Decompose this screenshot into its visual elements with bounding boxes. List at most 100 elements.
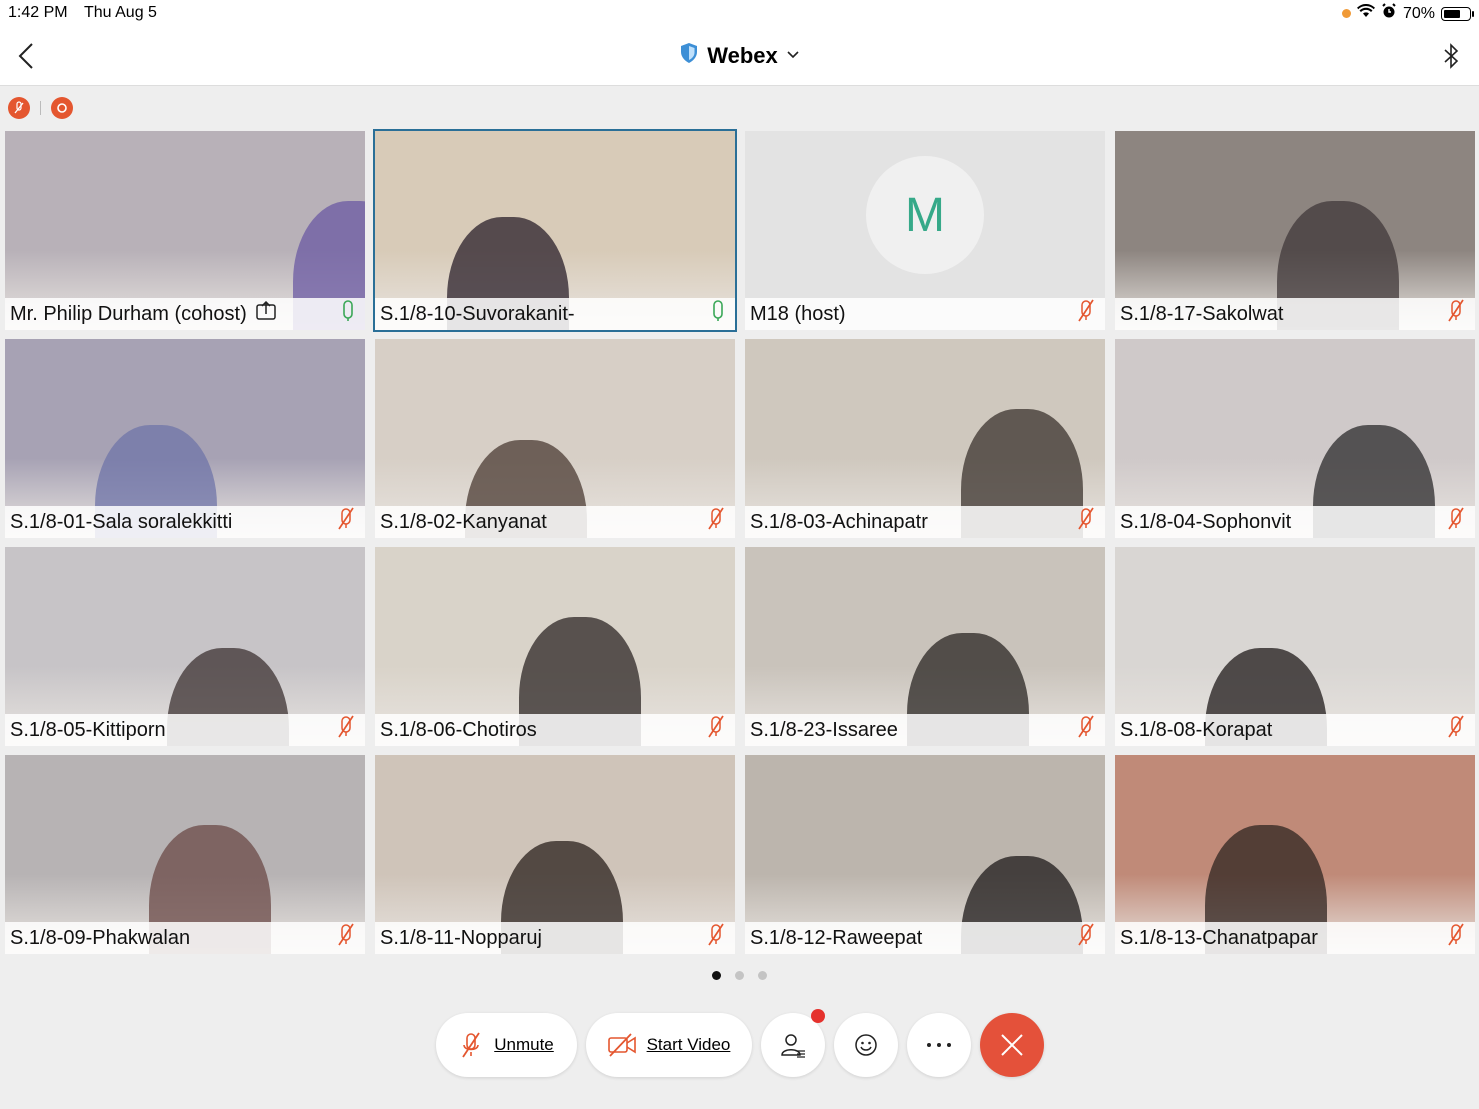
participant-tile[interactable]: S.1/8-05-Kittiporn [3,545,367,748]
page-dot[interactable] [735,971,744,980]
recording-dot-icon [1341,9,1351,18]
participant-label: S.1/8-12-Raweepat [745,922,1105,954]
smiley-icon [854,1034,877,1056]
participant-name: S.1/8-04-Sophonvit [1120,510,1292,533]
mic-muted-icon [1448,299,1464,322]
participant-label: S.1/8-03-Achinapatr [745,506,1105,538]
participant-name-wrap: S.1/8-10-Suvorakanit- [380,303,575,326]
indicator-divider [40,101,41,115]
mic-muted-icon [708,923,724,946]
participant-name: S.1/8-10-Suvorakanit- [380,302,575,325]
mic-status-muted [1447,507,1465,537]
participant-tile[interactable]: S.1/8-01-Sala soralekkitti [3,337,367,540]
participant-tile[interactable]: S.1/8-08-Korapat [1113,545,1477,748]
start-video-button[interactable]: Start Video [585,1013,752,1077]
mic-status-on [711,300,725,328]
mic-status-muted [337,923,355,953]
participant-name: S.1/8-13-Chanatpapar [1120,926,1318,949]
participant-tile[interactable]: S.1/8-11-Nopparuj [373,753,737,956]
nav-bar: Webex [0,28,1479,86]
mic-muted-icon [338,715,354,738]
mic-muted-icon [1448,923,1464,946]
participant-label: S.1/8-04-Sophonvit [1115,506,1475,538]
participant-name-wrap: S.1/8-23-Issaree [750,719,898,742]
participant-name: S.1/8-05-Kittiporn [10,718,166,741]
participant-name-wrap: S.1/8-17-Sakolwat [1120,303,1283,326]
participant-tile[interactable]: S.1/8-17-Sakolwat [1113,129,1477,332]
mic-muted-icon [708,715,724,738]
mic-muted-icon [1078,715,1094,738]
shield-icon [679,42,699,69]
meeting-indicators [8,97,73,119]
mic-status-muted [337,715,355,745]
page-indicator[interactable] [0,971,1479,980]
unmute-button[interactable]: Unmute [435,1013,577,1077]
video-off-icon [607,1033,636,1057]
mic-muted-icon [1448,715,1464,738]
recording-indicator-icon [51,97,73,119]
participant-tile[interactable]: S.1/8-09-Phakwalan [3,753,367,956]
participant-label: S.1/8-09-Phakwalan [5,922,365,954]
mic-muted-icon [1448,507,1464,530]
participant-tile[interactable]: S.1/8-10-Suvorakanit- [373,129,737,332]
page-dot[interactable] [758,971,767,980]
status-date: Thu Aug 5 [84,4,157,21]
participant-label: S.1/8-23-Issaree [745,714,1105,746]
participant-label: S.1/8-10-Suvorakanit- [375,298,735,330]
participant-tile[interactable]: S.1/8-03-Achinapatr [743,337,1107,540]
meeting-title-menu[interactable]: Webex [0,42,1479,69]
muted-indicator-icon [8,97,30,119]
participants-button[interactable] [760,1009,825,1077]
chevron-down-icon [786,47,800,65]
participant-name-wrap: S.1/8-03-Achinapatr [750,511,928,534]
participant-name: S.1/8-06-Chotiros [380,718,537,741]
participant-tile[interactable]: M M18 (host) [743,129,1107,332]
meeting-controls: Unmute Start Video [0,1009,1479,1077]
participant-name: Mr. Philip Durham (cohost) [10,302,247,325]
participant-label: S.1/8-06-Chotiros [375,714,735,746]
mic-muted-icon [462,1032,480,1058]
status-bar: 1:42 PM Thu Aug 5 70% [0,0,1479,28]
participant-name: S.1/8-08-Korapat [1120,718,1273,741]
participant-tile[interactable]: S.1/8-02-Kanyanat [373,337,737,540]
mic-status-muted [1447,923,1465,953]
mic-muted-icon [1078,507,1094,530]
participant-label: S.1/8-17-Sakolwat [1115,298,1475,330]
leave-meeting-button[interactable] [979,1013,1044,1077]
participant-tile[interactable]: S.1/8-13-Chanatpapar [1113,753,1477,956]
battery-icon [1441,6,1474,21]
reactions-button[interactable] [833,1013,898,1077]
mic-on-icon [343,300,353,321]
participant-grid: Mr. Philip Durham (cohost) S.1/8-10-Suvor… [3,129,1477,956]
share-screen-icon [256,300,276,320]
participant-name: M18 (host) [750,302,846,325]
participant-name: S.1/8-01-Sala soralekkitti [10,510,233,533]
participant-tile[interactable]: S.1/8-06-Chotiros [373,545,737,748]
bluetooth-button[interactable] [1439,40,1463,72]
participant-tile[interactable]: S.1/8-04-Sophonvit [1113,337,1477,540]
mic-status-muted [1077,715,1095,745]
participants-icon [780,1034,805,1058]
participant-name-wrap: S.1/8-08-Korapat [1120,719,1272,742]
participant-label: M18 (host) [745,298,1105,330]
participant-tile[interactable]: Mr. Philip Durham (cohost) [3,129,367,332]
participant-name-wrap: S.1/8-09-Phakwalan [10,927,190,950]
wifi-icon [1356,3,1375,23]
participant-name-wrap: S.1/8-05-Kittiporn [10,719,166,742]
mic-muted-icon [1078,299,1094,322]
avatar: M [866,156,984,274]
mic-status-on [341,300,355,328]
participant-name-wrap: S.1/8-13-Chanatpapar [1120,927,1318,950]
participant-label: S.1/8-08-Korapat [1115,714,1475,746]
mic-status-muted [707,715,725,745]
mic-muted-icon [338,507,354,530]
participant-tile[interactable]: S.1/8-23-Issaree [743,545,1107,748]
participant-name: S.1/8-12-Raweepat [750,926,923,949]
participant-name-wrap: S.1/8-11-Nopparuj [380,927,542,950]
participant-tile[interactable]: S.1/8-12-Raweepat [743,753,1107,956]
participant-name: S.1/8-17-Sakolwat [1120,302,1284,325]
more-options-button[interactable] [906,1013,971,1077]
participant-label: S.1/8-05-Kittiporn [5,714,365,746]
mic-status-muted [1077,923,1095,953]
page-dot[interactable] [712,971,721,980]
